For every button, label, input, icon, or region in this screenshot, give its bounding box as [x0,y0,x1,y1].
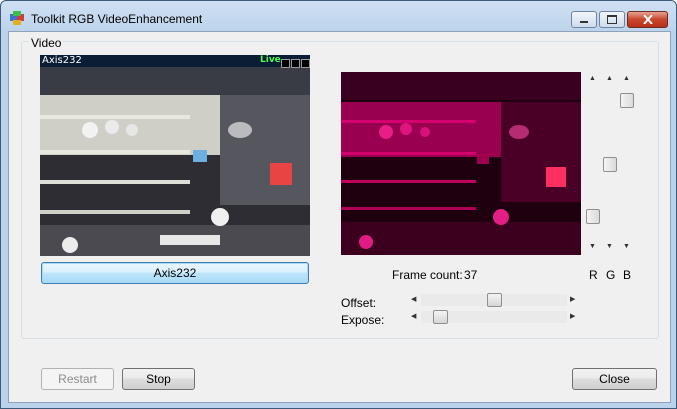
scroll-right-icon[interactable]: ▶ [570,295,575,303]
scroll-down-icon[interactable]: ▼ [606,243,613,251]
scroll-left-icon[interactable]: ◀ [411,295,416,303]
scroll-up-icon[interactable]: ▲ [606,75,613,83]
scroll-up-icon[interactable]: ▲ [623,75,630,83]
green-slider-thumb[interactable] [603,157,617,172]
camera-select-button[interactable]: Axis232 [41,262,309,284]
live-indicator: Live [260,55,281,65]
expose-slider[interactable]: ◀ ▶ [409,310,579,324]
scroll-down-icon[interactable]: ▼ [623,243,630,251]
scroll-up-icon[interactable]: ▲ [589,75,596,83]
close-window-button[interactable] [627,11,668,28]
app-window: Toolkit RGB VideoEnhancement Video Axis2… [0,0,677,409]
client-area: Video Axis232 Live Axis232 Frame count: … [8,31,671,403]
expose-label: Expose: [341,313,385,327]
scroll-right-icon[interactable]: ▶ [570,312,575,320]
maximize-icon [607,15,617,24]
frame-count-label: Frame count: [392,268,463,282]
source-video-view: Axis232 Live [40,55,310,256]
processed-video-frame [341,72,581,255]
offset-label: Offset: [341,296,377,310]
close-icon [642,15,653,24]
stop-button[interactable]: Stop [122,368,195,390]
close-button[interactable]: Close [572,368,657,390]
green-channel-slider[interactable]: ▲ ▼ [603,75,617,251]
blue-slider-thumb[interactable] [620,93,634,108]
b-channel-label: B [623,268,632,282]
blue-channel-slider[interactable]: ▲ ▼ [620,75,634,251]
source-video-frame [40,55,310,256]
frame-count-value: 37 [464,268,478,282]
red-channel-slider[interactable]: ▲ ▼ [586,75,600,251]
restart-button[interactable]: Restart [41,368,114,390]
minimize-button[interactable] [571,11,597,28]
maximize-button[interactable] [599,11,625,28]
overlay-status-boxes [281,57,310,71]
video-overlay-label: Axis232 [42,55,82,66]
title-bar[interactable]: Toolkit RGB VideoEnhancement [1,1,676,31]
processed-video-view [341,72,581,255]
expose-slider-thumb[interactable] [433,310,448,324]
red-slider-thumb[interactable] [586,209,600,224]
offset-slider[interactable]: ◀ ▶ [409,293,579,307]
r-channel-label: R [589,268,598,282]
g-channel-label: G [606,268,616,282]
video-group-label: Video [29,36,64,50]
window-title: Toolkit RGB VideoEnhancement [31,12,203,26]
scroll-down-icon[interactable]: ▼ [589,243,596,251]
scroll-left-icon[interactable]: ◀ [411,312,416,320]
minimize-icon [580,21,588,23]
offset-slider-thumb[interactable] [487,293,502,307]
app-icon [9,10,25,26]
